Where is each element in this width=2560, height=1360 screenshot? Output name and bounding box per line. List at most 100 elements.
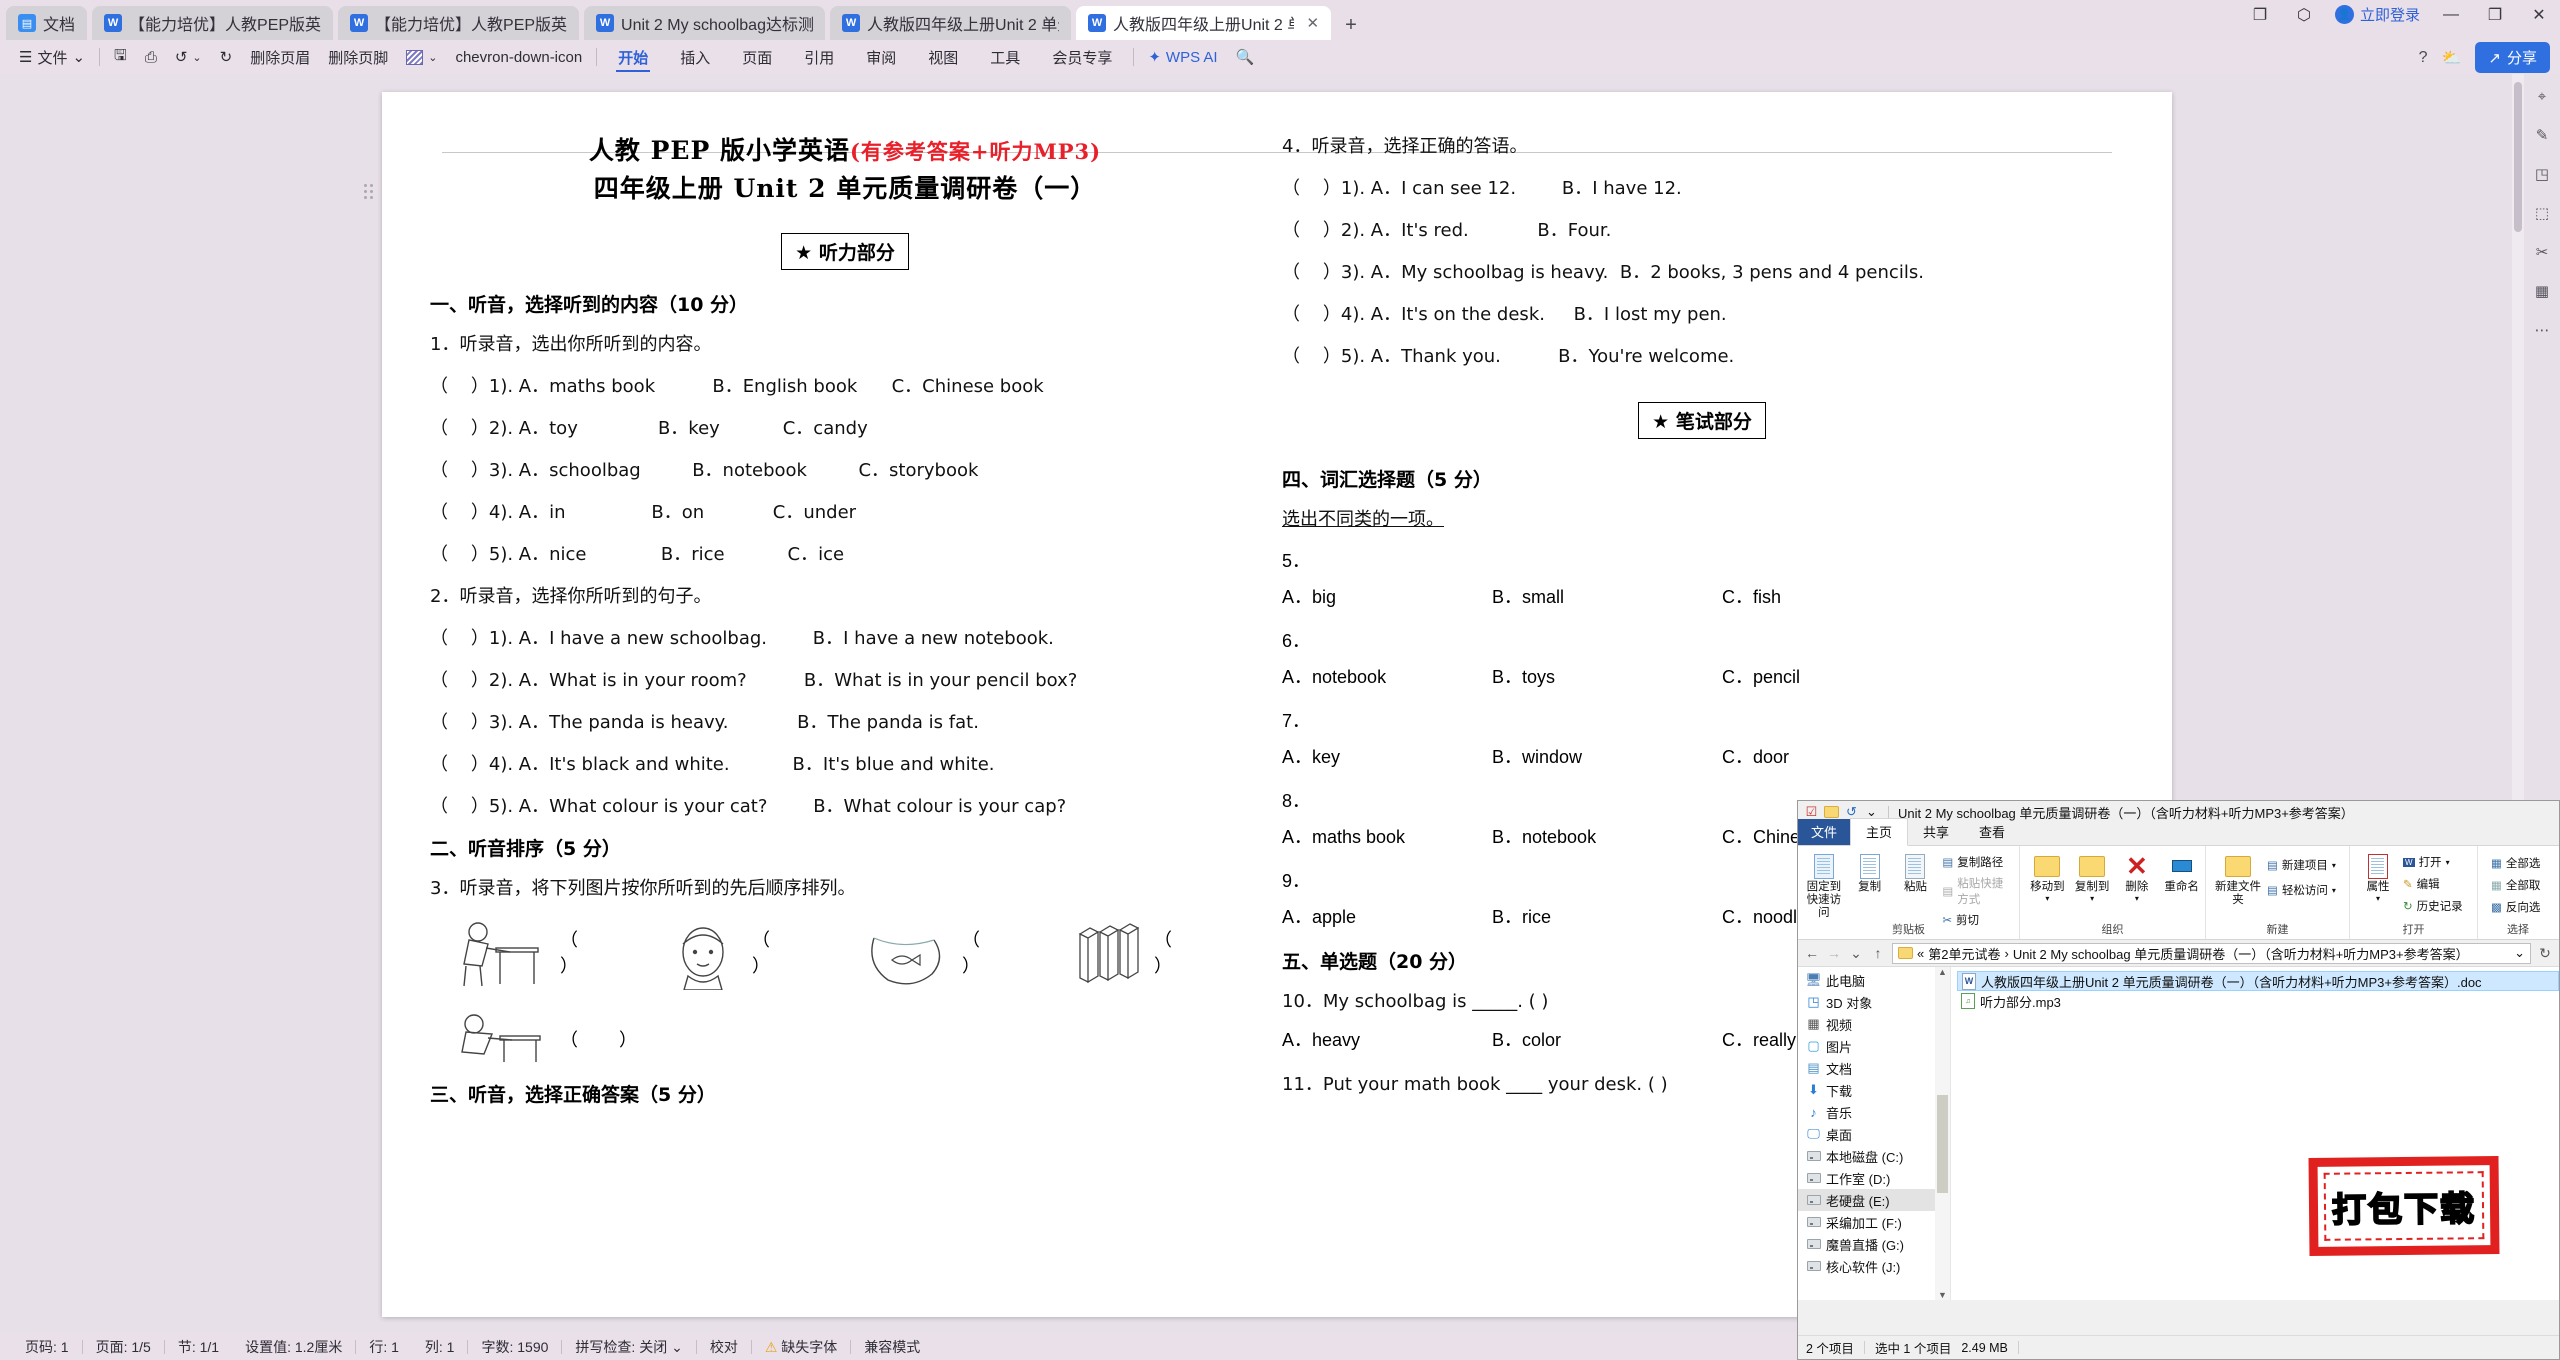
tab-doc-3[interactable]: W Unit 2 My schoolbag达标测试卷.d <box>584 6 826 40</box>
check-icon[interactable]: ☑ <box>1804 804 1819 820</box>
remove-footer-button[interactable]: 删除页脚 <box>319 43 397 71</box>
ribbon-tab-review[interactable]: 审阅 <box>850 42 912 72</box>
table-icon[interactable]: ▦ <box>2535 282 2549 300</box>
more-icon[interactable]: ⋯ <box>2535 321 2550 339</box>
forward-button[interactable]: → <box>1826 945 1842 961</box>
sidebar-item-3d-objects[interactable]: ◳ 3D 对象 <box>1798 991 1950 1013</box>
explorer-tab-file[interactable]: 文件 <box>1798 819 1851 845</box>
copy-path-button[interactable]: ▤ 复制路径 <box>1939 853 2015 871</box>
close-window-button[interactable]: ✕ <box>2526 5 2552 25</box>
login-button[interactable]: 👤 立即登录 <box>2334 4 2420 25</box>
sidebar-item-videos[interactable]: ▦ 视频 <box>1798 1013 1950 1035</box>
tab-doc-2[interactable]: W 【能力培优】人教PEP版英语四年级上 <box>338 6 580 40</box>
cube-icon[interactable]: ⬡ <box>2291 5 2317 25</box>
picture-child-face[interactable] <box>666 918 740 990</box>
close-icon[interactable]: ✕ <box>1306 14 1319 32</box>
delete-button[interactable]: ✕ 删除 ▾ <box>2118 849 2157 903</box>
list-item[interactable]: W 人教版四年级上册Unit 2 单元质量调研卷（一）（含听力材料+听力MP3+… <box>1957 971 2559 991</box>
up-button[interactable]: ↑ <box>1870 945 1886 961</box>
select-none-button[interactable]: ▦ 全部取 <box>2488 876 2555 894</box>
status-missing-font[interactable]: ⚠ 缺失字体 <box>752 1337 850 1357</box>
breadcrumb-item-2[interactable]: Unit 2 My schoolbag 单元质量调研卷（一）（含听力材料+听力M… <box>2013 944 2469 963</box>
sidebar-item-this-pc[interactable]: 🖥 此电脑 <box>1798 969 1950 991</box>
status-proofread-button[interactable]: 校对 <box>697 1337 751 1357</box>
file-menu-button[interactable]: ☰ 文件 ⌄ <box>10 43 94 71</box>
minimize-button[interactable]: — <box>2438 6 2464 24</box>
undo-icon[interactable]: ↺ ⌄ <box>166 43 211 71</box>
ribbon-tab-view[interactable]: 视图 <box>912 42 974 72</box>
new-folder-button[interactable]: 新建文件夹 <box>2214 849 2262 907</box>
print-preview-icon[interactable]: ⎙ <box>136 43 166 71</box>
properties-button[interactable]: 属性 ▾ <box>2358 849 2398 903</box>
ribbon-tab-start[interactable]: 开始 <box>602 42 664 72</box>
copy-to-button[interactable]: 复制到 ▾ <box>2073 849 2112 903</box>
ribbon-tab-reference[interactable]: 引用 <box>788 42 850 72</box>
recent-locations-button[interactable]: ⌄ <box>1848 945 1864 962</box>
refresh-button[interactable]: ↻ <box>2537 945 2553 962</box>
picture-fish-bowl[interactable] <box>858 918 950 990</box>
scroll-up-icon[interactable]: ▲ <box>1935 967 1950 977</box>
chevron-down-icon[interactable]: ⌄ <box>2514 945 2525 961</box>
more-commands-icon[interactable]: chevron-down-icon <box>446 43 591 71</box>
new-tab-button[interactable]: + <box>1336 10 1366 40</box>
picture-boy-at-desk[interactable] <box>448 918 548 990</box>
highlighter-icon[interactable]: ⌄ <box>397 43 446 71</box>
select-all-button[interactable]: ▦ 全部选 <box>2488 854 2555 872</box>
ribbon-tab-page[interactable]: 页面 <box>726 42 788 72</box>
explorer-tab-share[interactable]: 共享 <box>1908 819 1964 845</box>
sidebar-item-pictures[interactable]: ▢ 图片 <box>1798 1035 1950 1057</box>
explorer-tab-view[interactable]: 查看 <box>1964 819 2020 845</box>
ribbon-tab-tools[interactable]: 工具 <box>974 42 1036 72</box>
status-spellcheck[interactable]: 拼写检查: 关闭 ⌄ <box>562 1337 695 1357</box>
explorer-file-list[interactable]: W 人教版四年级上册Unit 2 单元质量调研卷（一）（含听力材料+听力MP3+… <box>1951 967 2559 1300</box>
sidebar-item-drive-d[interactable]: 工作室 (D:) <box>1798 1167 1950 1189</box>
sidebar-item-drive-j[interactable]: 核心软件 (J:) <box>1798 1255 1950 1277</box>
crop-icon[interactable]: ⬚ <box>2535 204 2549 222</box>
ribbon-tab-member[interactable]: 会员专享 <box>1036 42 1128 72</box>
scrollbar-thumb[interactable] <box>2514 82 2522 232</box>
breadcrumb-item-1[interactable]: 第2单元试卷 <box>1928 944 2000 963</box>
rename-button[interactable]: 重命名 <box>2162 849 2201 894</box>
tab-home-documents[interactable]: ▤ 文档 <box>6 6 88 40</box>
ribbon-tab-insert[interactable]: 插入 <box>664 42 726 72</box>
tab-doc-5-active[interactable]: W 人教版四年级上册Unit 2 单元 ✕ <box>1076 6 1332 40</box>
question-icon[interactable]: ? <box>2419 49 2428 67</box>
sidebar-item-downloads[interactable]: ⬇ 下载 <box>1798 1079 1950 1101</box>
open-with-button[interactable]: W 打开 ▾ <box>2400 853 2466 871</box>
file-explorer-window[interactable]: ☑ ↺ ⌄ Unit 2 My schoolbag 单元质量调研卷（一）（含听力… <box>1797 800 2560 1360</box>
share-button[interactable]: ↗ 分享 <box>2475 42 2550 73</box>
list-item[interactable]: ♫ 听力部分.mp3 <box>1957 991 2559 1011</box>
wps-ai-button[interactable]: ✦ WPS AI <box>1139 43 1226 71</box>
sidebar-item-desktop[interactable]: 🖵 桌面 <box>1798 1123 1950 1145</box>
tab-doc-1[interactable]: W 【能力培优】人教PEP版英语四年级上 <box>92 6 334 40</box>
copy-button[interactable]: 复制 <box>1848 849 1892 894</box>
folder-icon[interactable] <box>1824 805 1839 820</box>
scroll-down-icon[interactable]: ▼ <box>1935 1290 1950 1300</box>
sidebar-item-drive-g[interactable]: 魔兽直播 (G:) <box>1798 1233 1950 1255</box>
explorer-navigation-pane[interactable]: 🖥 此电脑 ◳ 3D 对象 ▦ 视频 ▢ 图片 ▤ 文档 ⬇ 下载 ♪ 音乐 🖵 桌面 本地磁盘… <box>1798 967 1951 1300</box>
scrollbar-thumb[interactable] <box>1937 1095 1948 1193</box>
redo-icon[interactable]: ↻ <box>211 43 242 71</box>
search-icon[interactable]: 🔍 <box>1227 43 1264 71</box>
sidebar-item-drive-e[interactable]: 老硬盘 (E:) <box>1798 1189 1950 1211</box>
paste-button[interactable]: 粘贴 <box>1894 849 1938 894</box>
remove-header-button[interactable]: 删除页眉 <box>241 43 319 71</box>
picture-girl-leaning[interactable] <box>448 1008 548 1064</box>
shape-icon[interactable]: ◳ <box>2535 165 2549 183</box>
pen-icon[interactable]: ✎ <box>2536 126 2549 144</box>
history-button[interactable]: ↻ 历史记录 <box>2400 897 2466 915</box>
move-to-button[interactable]: 移动到 ▾ <box>2028 849 2067 903</box>
paragraph-drag-handle[interactable] <box>362 182 375 199</box>
maximize-button[interactable]: ❐ <box>2482 5 2508 25</box>
pin-to-quick-access-button[interactable]: 固定到快速访问 <box>1802 849 1846 921</box>
cloud-upload-icon[interactable]: ⛅ <box>2441 48 2461 68</box>
easy-access-button[interactable]: ▤ 轻松访问 ▾ <box>2264 881 2339 899</box>
new-item-button[interactable]: ▤ 新建项目 ▾ <box>2264 856 2339 874</box>
navigation-pane-scrollbar[interactable]: ▲ ▼ <box>1935 967 1950 1300</box>
scissors-icon[interactable]: ✂ <box>2536 243 2549 261</box>
sidebar-item-music[interactable]: ♪ 音乐 <box>1798 1101 1950 1123</box>
breadcrumb[interactable]: « 第2单元试卷 › Unit 2 My schoolbag 单元质量调研卷（一… <box>1892 942 2531 964</box>
edit-button[interactable]: ✎ 编辑 <box>2400 875 2466 893</box>
sidebar-item-drive-f[interactable]: 采编加工 (F:) <box>1798 1211 1950 1233</box>
tab-doc-4[interactable]: W 人教版四年级上册Unit 2 单元质量调研 <box>830 6 1072 40</box>
